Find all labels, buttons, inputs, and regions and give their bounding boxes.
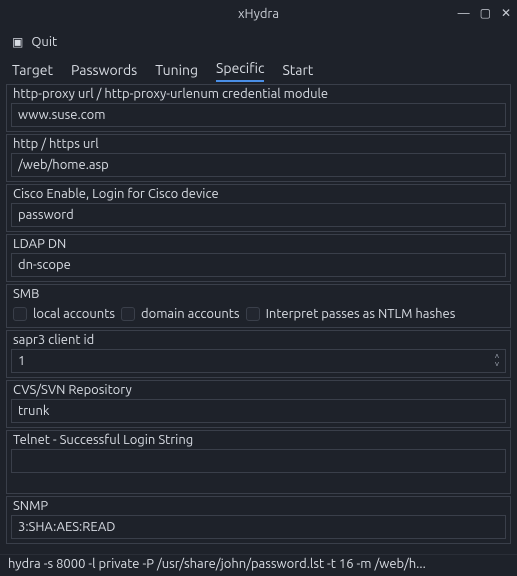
label-http-url: http / https url — [11, 137, 506, 151]
label-telnet: Telnet - Successful Login String — [11, 433, 506, 447]
maximize-icon[interactable]: ▢ — [480, 8, 491, 20]
label-ntlm: Interpret passes as NTLM hashes — [266, 307, 456, 321]
minimize-icon[interactable]: — — [458, 8, 470, 20]
input-snmp[interactable] — [11, 515, 506, 539]
menu-quit[interactable]: Quit — [31, 35, 57, 49]
group-cisco: Cisco Enable, Login for Cisco device — [6, 184, 511, 232]
label-local-accounts: local accounts — [33, 307, 115, 321]
tab-tuning[interactable]: Tuning — [155, 62, 198, 82]
menu-bar: ▣ Quit — [0, 28, 517, 56]
label-cisco: Cisco Enable, Login for Cisco device — [11, 187, 506, 201]
close-icon[interactable]: ✕ — [501, 8, 511, 20]
group-http-url: http / https url — [6, 134, 511, 182]
form-area: http-proxy url / http-proxy-urlenum cred… — [0, 82, 517, 554]
window-title: xHydra — [238, 7, 279, 21]
label-cvssvn: CVS/SVN Repository — [11, 383, 506, 397]
label-snmp: SNMP — [11, 499, 506, 513]
tab-bar: Target Passwords Tuning Specific Start — [0, 56, 517, 82]
group-smb: SMB local accounts domain accounts Inter… — [6, 284, 511, 328]
checkbox-ntlm[interactable] — [246, 307, 260, 321]
group-sapr3: sapr3 client id ˄ ˅ — [6, 330, 511, 378]
label-http-proxy: http-proxy url / http-proxy-urlenum cred… — [11, 87, 506, 101]
group-http-proxy: http-proxy url / http-proxy-urlenum cred… — [6, 84, 511, 132]
spin-buttons: ˄ ˅ — [490, 350, 504, 372]
window-controls: — ▢ ✕ — [458, 0, 511, 28]
group-cvssvn: CVS/SVN Repository — [6, 380, 511, 428]
label-ldap: LDAP DN — [11, 237, 506, 251]
input-cvssvn[interactable] — [11, 399, 506, 423]
tab-start[interactable]: Start — [282, 62, 313, 82]
label-smb: SMB — [11, 287, 506, 301]
quit-icon: ▣ — [12, 35, 23, 49]
input-sapr3[interactable] — [11, 349, 506, 373]
checkbox-domain-accounts[interactable] — [121, 307, 135, 321]
title-bar: xHydra — ▢ ✕ — [0, 0, 517, 28]
label-sapr3: sapr3 client id — [11, 333, 506, 347]
tab-specific[interactable]: Specific — [216, 60, 264, 82]
input-http-url[interactable] — [11, 153, 506, 177]
input-http-proxy[interactable] — [11, 103, 506, 127]
spin-down-icon[interactable]: ˅ — [490, 361, 504, 369]
input-telnet[interactable] — [11, 449, 506, 473]
status-bar: hydra -s 8000 -l private -P /usr/share/j… — [0, 554, 517, 576]
input-ldap[interactable] — [11, 253, 506, 277]
group-ldap: LDAP DN — [6, 234, 511, 282]
label-domain-accounts: domain accounts — [141, 307, 240, 321]
tab-passwords[interactable]: Passwords — [71, 62, 137, 82]
group-snmp: SNMP — [6, 496, 511, 544]
tab-target[interactable]: Target — [12, 62, 53, 82]
group-telnet: Telnet - Successful Login String — [6, 430, 511, 494]
input-cisco[interactable] — [11, 203, 506, 227]
checkbox-local-accounts[interactable] — [13, 307, 27, 321]
